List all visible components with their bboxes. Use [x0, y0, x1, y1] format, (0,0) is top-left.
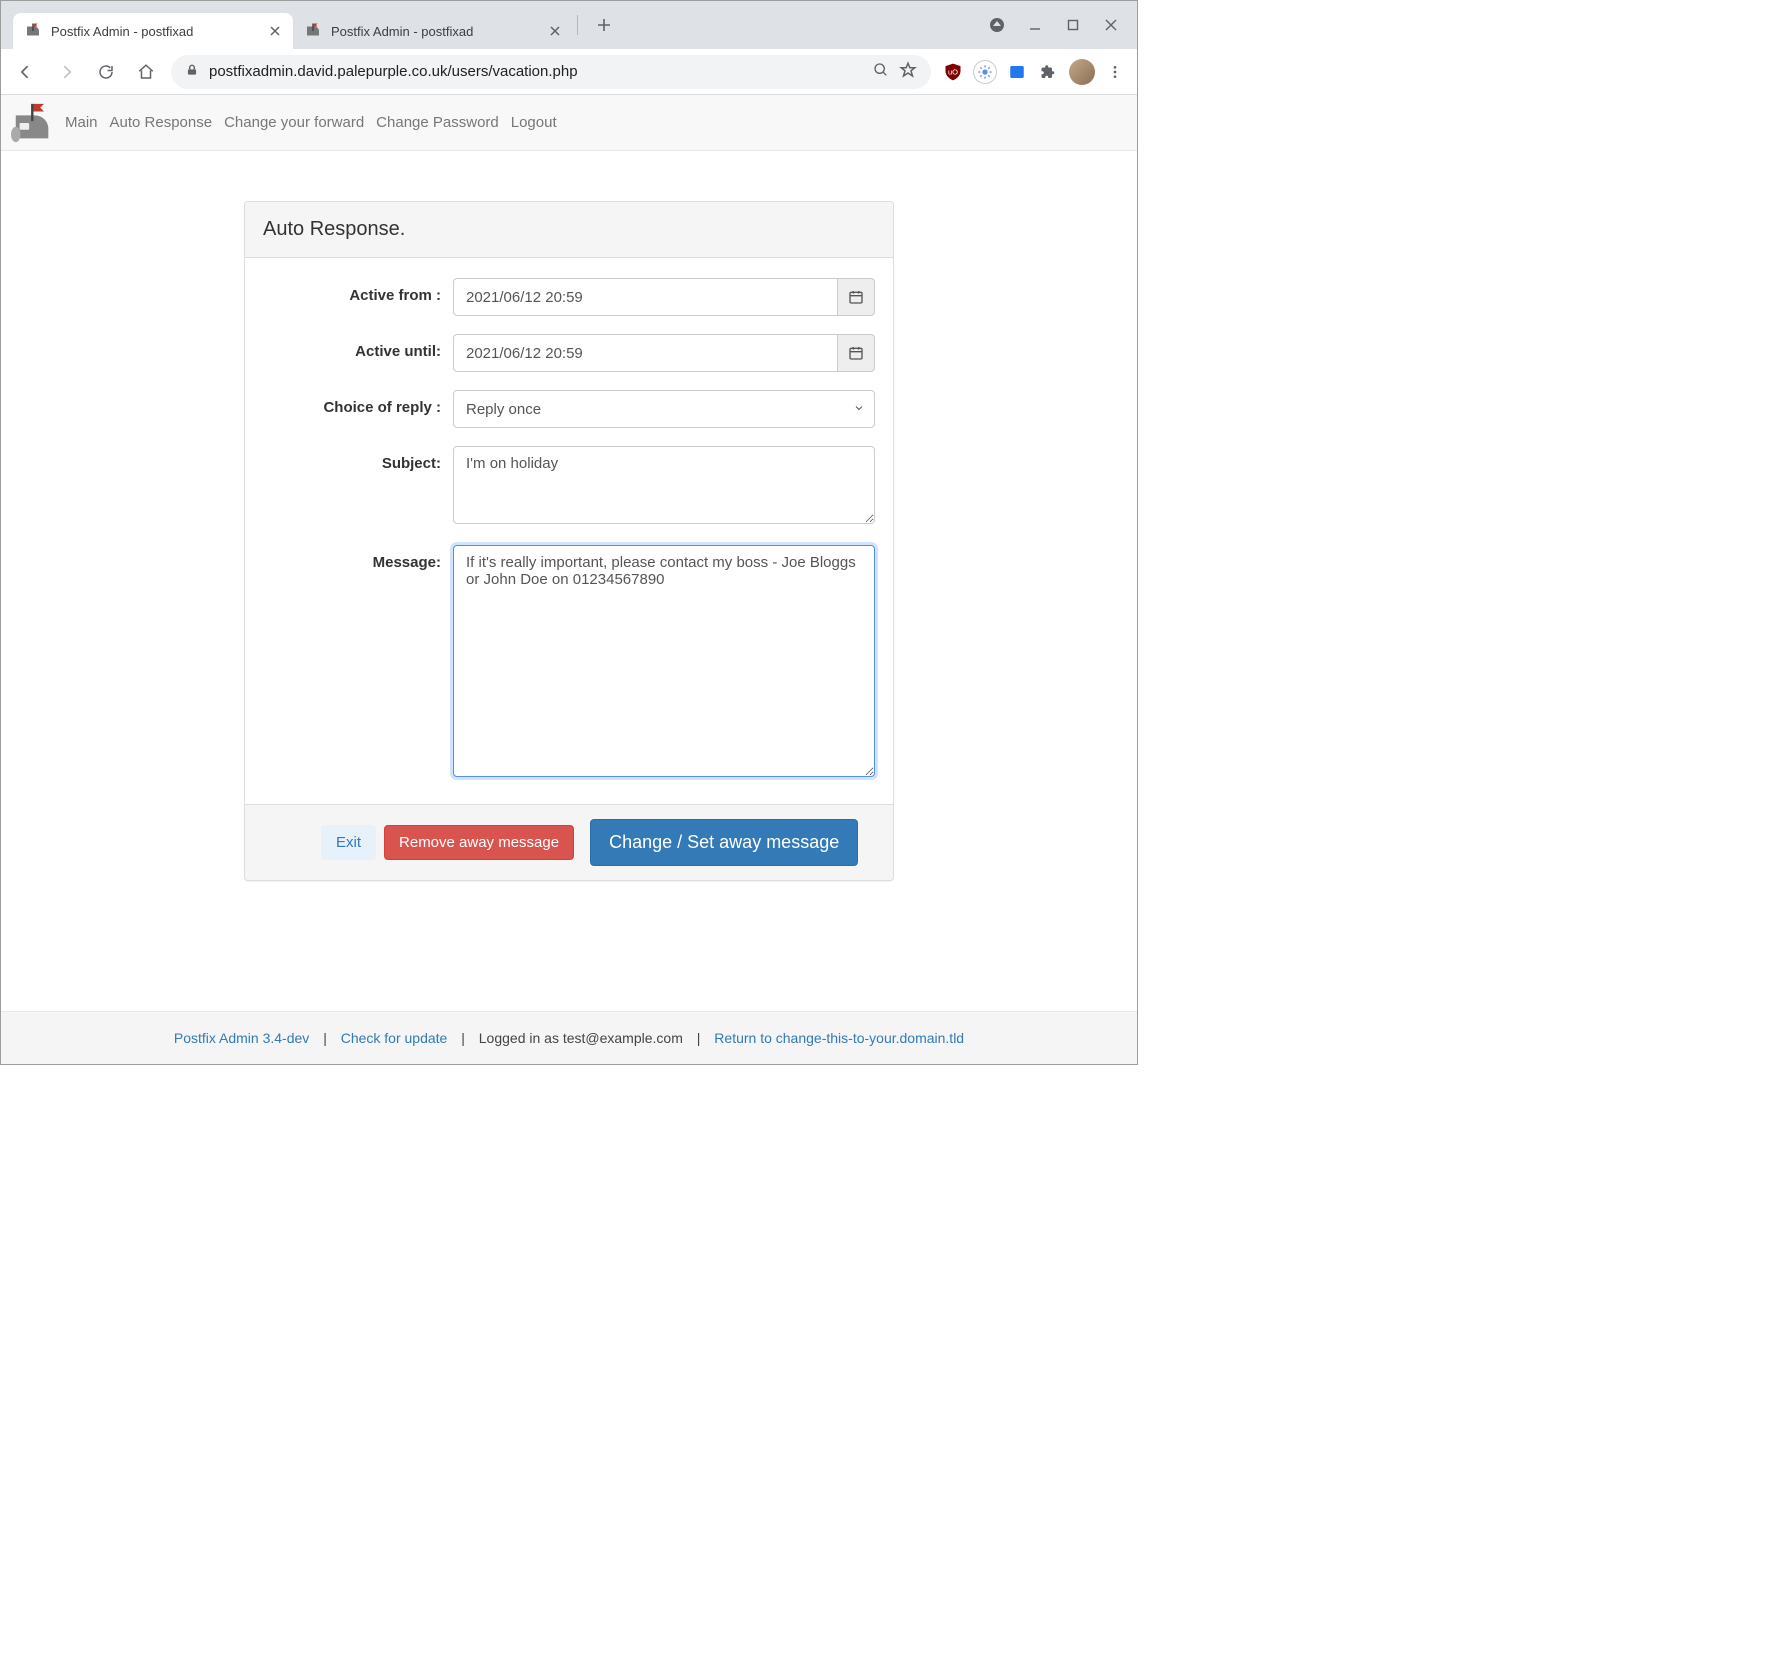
tab-title: Postfix Admin - postfixad — [51, 24, 259, 39]
footer-version-link[interactable]: Postfix Admin 3.4-dev — [174, 1030, 309, 1046]
ublock-icon[interactable]: uO — [941, 60, 965, 84]
input-message[interactable]: If it's really important, please contact… — [453, 545, 875, 777]
exit-button[interactable]: Exit — [321, 825, 376, 860]
input-active-until[interactable] — [453, 334, 837, 372]
app-logo[interactable] — [7, 99, 59, 147]
calendar-icon[interactable] — [837, 334, 875, 372]
extension-gear-icon[interactable] — [973, 60, 997, 84]
address-bar[interactable]: postfixadmin.david.palepurple.co.uk/user… — [171, 55, 931, 89]
lock-icon — [185, 63, 199, 81]
chrome-account-icon[interactable] — [989, 17, 1005, 33]
extension-blue-icon[interactable] — [1005, 60, 1029, 84]
row-message: Message: If it's really important, pleas… — [263, 545, 875, 780]
profile-avatar[interactable] — [1069, 59, 1095, 85]
browser-tab[interactable]: Postfix Admin - postfixad — [293, 13, 573, 49]
label-active-from: Active from : — [263, 278, 453, 304]
row-active-until: Active until: — [263, 334, 875, 372]
tabs-area: Postfix Admin - postfixad Postfix Admin … — [1, 1, 971, 49]
main-area: Auto Response. Active from : — [1, 151, 1137, 1011]
row-subject: Subject: I'm on holiday — [263, 446, 875, 527]
svg-text:uO: uO — [948, 67, 958, 76]
window-controls — [971, 1, 1137, 49]
home-button[interactable] — [131, 57, 161, 87]
minimize-icon[interactable] — [1027, 17, 1043, 33]
titlebar: Postfix Admin - postfixad Postfix Admin … — [1, 1, 1137, 49]
select-choice[interactable]: Reply once — [453, 390, 875, 428]
label-subject: Subject: — [263, 446, 453, 472]
page-footer: Postfix Admin 3.4-dev | Check for update… — [1, 1011, 1137, 1064]
panel-title: Auto Response. — [263, 218, 875, 241]
calendar-icon[interactable] — [837, 278, 875, 316]
nav-logout[interactable]: Logout — [505, 99, 563, 146]
page-content: Main Auto Response Change your forward C… — [1, 95, 1137, 1064]
tab-close-icon[interactable] — [547, 23, 563, 39]
new-tab-button[interactable] — [590, 11, 618, 39]
footer-sep: | — [461, 1030, 465, 1046]
input-subject[interactable]: I'm on holiday — [453, 446, 875, 524]
zoom-icon[interactable] — [873, 62, 889, 82]
nav-auto-response[interactable]: Auto Response — [104, 99, 219, 146]
footer-logged-in: Logged in as test@example.com — [479, 1030, 683, 1046]
footer-sep: | — [323, 1030, 327, 1046]
back-button[interactable] — [11, 57, 41, 87]
bookmark-star-icon[interactable] — [899, 61, 917, 83]
input-active-from[interactable] — [453, 278, 837, 316]
mailbox-favicon-icon — [303, 21, 323, 41]
maximize-icon[interactable] — [1065, 17, 1081, 33]
footer-sep: | — [697, 1030, 701, 1046]
nav-main[interactable]: Main — [59, 99, 104, 146]
extensions-puzzle-icon[interactable] — [1037, 60, 1061, 84]
tab-title: Postfix Admin - postfixad — [331, 24, 539, 39]
chrome-menu-icon[interactable] — [1103, 60, 1127, 84]
footer-return-link[interactable]: Return to change-this-to-your.domain.tld — [714, 1030, 964, 1046]
panel-footer: Exit Remove away message Change / Set aw… — [245, 804, 893, 880]
extensions-area: uO — [941, 59, 1127, 85]
remove-away-button[interactable]: Remove away message — [384, 825, 574, 860]
nav-change-password[interactable]: Change Password — [370, 99, 505, 146]
row-active-from: Active from : — [263, 278, 875, 316]
mailbox-favicon-icon — [23, 21, 43, 41]
browser-toolbar: postfixadmin.david.palepurple.co.uk/user… — [1, 49, 1137, 95]
footer-check-update-link[interactable]: Check for update — [341, 1030, 448, 1046]
panel-heading: Auto Response. — [245, 202, 893, 258]
url-text: postfixadmin.david.palepurple.co.uk/user… — [209, 63, 863, 80]
browser-window: Postfix Admin - postfixad Postfix Admin … — [0, 0, 1138, 1065]
reload-button[interactable] — [91, 57, 121, 87]
tab-close-icon[interactable] — [267, 23, 283, 39]
close-window-icon[interactable] — [1103, 17, 1119, 33]
auto-response-panel: Auto Response. Active from : — [244, 201, 894, 881]
change-away-button[interactable]: Change / Set away message — [590, 819, 858, 866]
label-choice: Choice of reply : — [263, 390, 453, 416]
tab-separator — [577, 15, 578, 35]
panel-body: Active from : Active until: — [245, 258, 893, 804]
nav-change-forward[interactable]: Change your forward — [218, 99, 370, 146]
label-active-until: Active until: — [263, 334, 453, 360]
forward-button[interactable] — [51, 57, 81, 87]
row-choice: Choice of reply : Reply once — [263, 390, 875, 428]
nav-links: Main Auto Response Change your forward C… — [59, 99, 563, 146]
app-navbar: Main Auto Response Change your forward C… — [1, 95, 1137, 151]
browser-tab-active[interactable]: Postfix Admin - postfixad — [13, 13, 293, 49]
label-message: Message: — [263, 545, 453, 571]
